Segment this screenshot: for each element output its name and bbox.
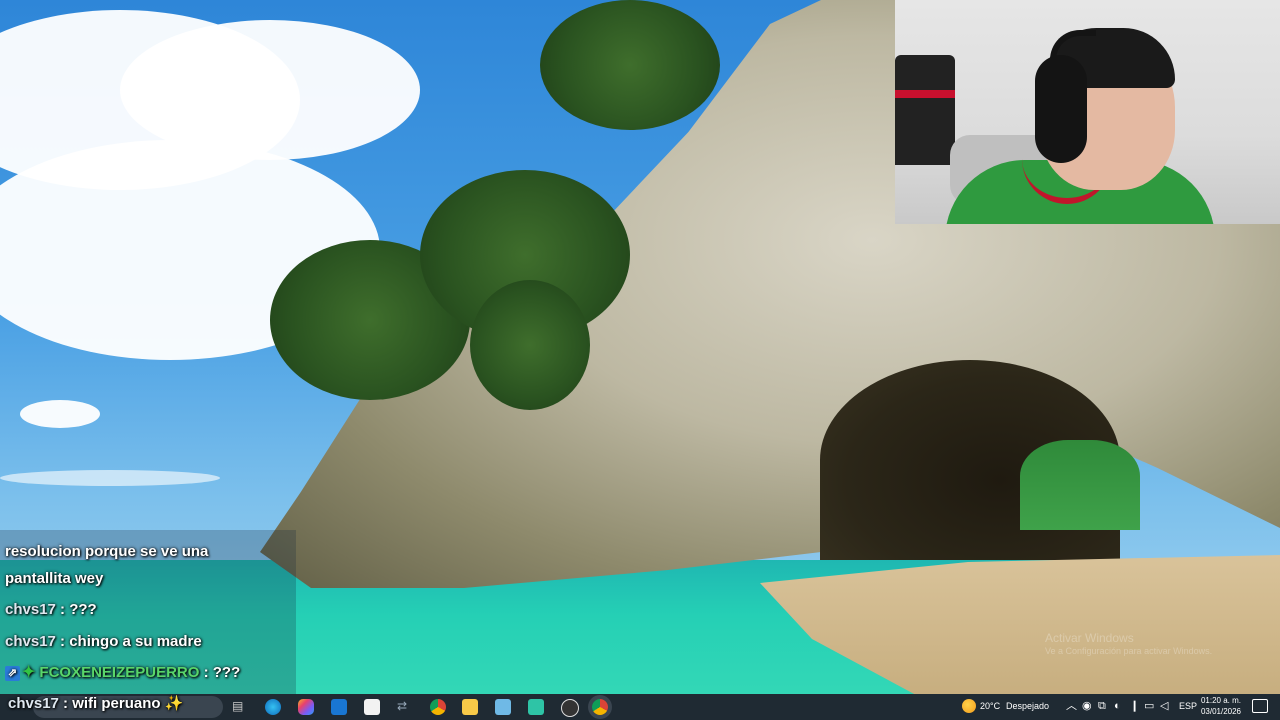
edge-icon[interactable]: [265, 699, 281, 715]
hanging-jersey: [895, 55, 955, 165]
chat-message: chvs17 : ???: [5, 596, 97, 623]
clock-date[interactable]: 03/01/2026: [1199, 707, 1243, 717]
network-icon[interactable]: ▭: [1144, 699, 1154, 713]
chat-username: chvs17: [5, 633, 56, 650]
chat-text: : ???: [60, 601, 97, 618]
obs-icon[interactable]: [561, 699, 579, 717]
chrome-icon[interactable]: [430, 699, 446, 715]
chrome-active-icon[interactable]: [592, 699, 608, 715]
weather-temperature[interactable]: 20°C: [980, 701, 1000, 711]
volume-icon[interactable]: ◁: [1160, 699, 1168, 713]
notifications-icon[interactable]: [1252, 699, 1268, 713]
headphones-icon: [1035, 55, 1087, 163]
copilot-icon[interactable]: [298, 699, 314, 715]
cloud: [0, 470, 220, 486]
clock-time[interactable]: 01:20 a. m.: [1199, 696, 1243, 706]
stream-chat-overlay: resolucion porque se ve una pantallita w…: [0, 530, 296, 695]
weather-sun-icon[interactable]: [962, 699, 976, 713]
jersey-stripe: [895, 90, 955, 98]
chat-message: chvs17 : wifi peruano ✨: [8, 690, 183, 717]
microphone-icon[interactable]: ❙: [1130, 699, 1139, 713]
language-indicator[interactable]: ESP: [1179, 701, 1197, 711]
watermark-subtitle: Ve a Configuración para activar Windows.: [1045, 646, 1213, 656]
chat-text: pantallita wey: [5, 570, 104, 587]
chat-username: chvs17: [8, 695, 59, 712]
app-icon[interactable]: [528, 699, 544, 715]
chat-message: resolucion porque se ve una: [5, 538, 208, 565]
sparkle-badge-icon: ✦: [22, 664, 36, 681]
tree: [540, 0, 720, 130]
cave-foliage: [1020, 440, 1140, 530]
tray-app-icon[interactable]: ◉: [1082, 699, 1092, 713]
chat-message: chvs17 : chingo a su madre: [5, 628, 202, 655]
tray-app-icon[interactable]: ◐: [1114, 699, 1121, 713]
chat-text: : wifi peruano: [63, 695, 161, 712]
windows-activation-watermark: Activar Windows Ve a Configuración para …: [1045, 632, 1212, 658]
weather-condition[interactable]: Despejado: [1006, 701, 1049, 711]
file-explorer-icon[interactable]: [462, 699, 478, 715]
vscode-icon[interactable]: ⇄: [397, 699, 413, 715]
webcam-overlay: [895, 0, 1280, 224]
chat-text: : ???: [203, 664, 241, 681]
chat-username: chvs17: [5, 601, 56, 618]
outlook-icon[interactable]: [331, 699, 347, 715]
task-view-icon[interactable]: ▤: [232, 699, 248, 715]
chat-username: FCOXENEIZEPUERRO: [39, 664, 200, 681]
chat-message: pantallita wey: [5, 565, 103, 592]
cloud: [20, 400, 100, 428]
watermark-title: Activar Windows: [1045, 631, 1134, 645]
chat-text: : chingo a su madre: [60, 633, 202, 650]
prime-badge-icon: ⇗: [5, 665, 20, 681]
notepad-icon[interactable]: [495, 699, 511, 715]
tray-app-icon[interactable]: ⧉: [1098, 699, 1106, 713]
store-icon[interactable]: [364, 699, 380, 715]
tree: [470, 280, 590, 410]
sparkle-emote-icon: ✨: [164, 695, 184, 712]
cloud: [120, 20, 420, 160]
chat-message: ⇗ ✦ FCOXENEIZEPUERRO : ???: [5, 659, 240, 686]
chat-text: resolucion porque se ve una: [5, 543, 209, 560]
show-hidden-icons-icon[interactable]: ︿: [1066, 699, 1077, 713]
